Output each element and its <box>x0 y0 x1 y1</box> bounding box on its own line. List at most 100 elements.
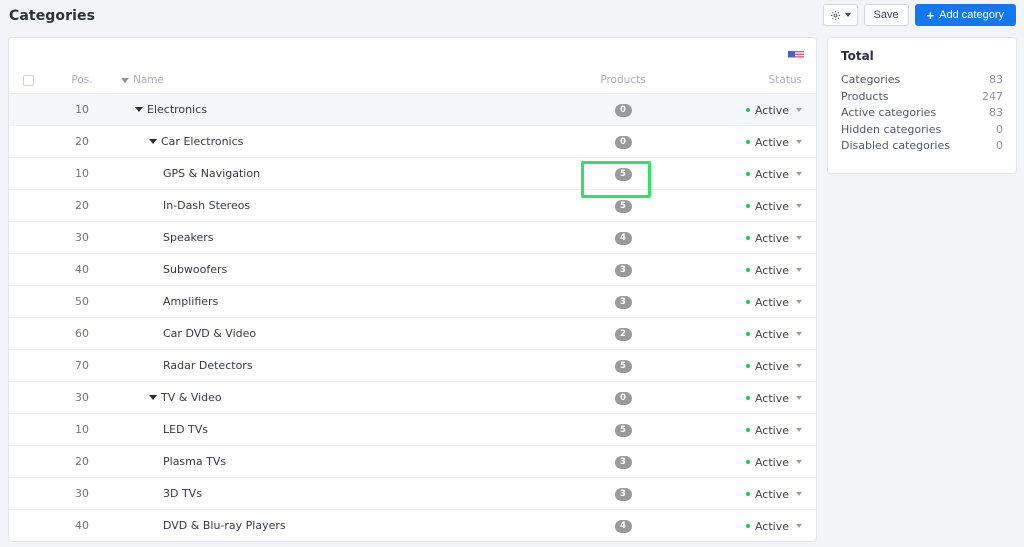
status-dropdown[interactable]: Active <box>745 104 802 117</box>
chevron-down-icon[interactable] <box>796 172 802 177</box>
chevron-down-icon[interactable] <box>796 268 802 273</box>
row-status-cell[interactable]: Active <box>708 509 816 541</box>
table-row[interactable]: 20 Plasma TVs 3 Active <box>9 445 816 478</box>
status-dropdown[interactable]: Active <box>745 424 802 437</box>
status-dropdown[interactable]: Active <box>745 456 802 469</box>
row-name-cell[interactable]: DVD & Blu-ray Players <box>121 509 538 541</box>
row-select-cell[interactable] <box>9 253 43 286</box>
row-name-cell[interactable]: Speakers <box>121 221 538 254</box>
row-name-cell[interactable]: Car Electronics <box>121 125 538 158</box>
row-select-cell[interactable] <box>9 189 43 222</box>
status-dropdown[interactable]: Active <box>745 264 802 277</box>
row-products-cell[interactable]: 5 <box>538 157 708 190</box>
row-select-cell[interactable] <box>9 349 43 382</box>
chevron-down-icon[interactable] <box>796 396 802 401</box>
products-badge[interactable]: 0 <box>614 103 632 117</box>
products-badge[interactable]: 3 <box>614 455 632 469</box>
products-badge[interactable]: 0 <box>614 135 632 149</box>
add-category-button[interactable]: + Add category <box>914 4 1016 26</box>
row-products-cell[interactable]: 3 <box>538 253 708 286</box>
row-select-cell[interactable] <box>9 125 43 158</box>
products-badge[interactable]: 3 <box>614 263 632 277</box>
table-row[interactable]: 10 LED TVs 5 Active <box>9 413 816 446</box>
settings-button[interactable] <box>822 4 858 26</box>
chevron-down-icon[interactable] <box>796 428 802 433</box>
products-badge[interactable]: 2 <box>614 327 632 341</box>
table-row[interactable]: 50 Amplifiers 3 Active <box>9 285 816 318</box>
table-row[interactable]: 30 Speakers 4 Active <box>9 221 816 254</box>
chevron-down-icon[interactable] <box>796 460 802 465</box>
chevron-down-icon[interactable] <box>796 108 802 113</box>
table-row[interactable]: 30 TV & Video 0 Active <box>9 381 816 414</box>
tree-collapse-icon[interactable] <box>149 139 157 144</box>
save-button[interactable]: Save <box>863 4 909 26</box>
row-status-cell[interactable]: Active <box>708 349 816 382</box>
status-dropdown[interactable]: Active <box>745 360 802 373</box>
status-dropdown[interactable]: Active <box>745 520 802 533</box>
chevron-down-icon[interactable] <box>796 364 802 369</box>
row-name-cell[interactable]: TV & Video <box>121 381 538 414</box>
row-products-cell[interactable]: 5 <box>538 413 708 446</box>
row-name-cell[interactable]: Car DVD & Video <box>121 317 538 350</box>
row-products-cell[interactable]: 0 <box>538 125 708 158</box>
table-row[interactable]: 60 Car DVD & Video 2 Active <box>9 317 816 350</box>
row-status-cell[interactable]: Active <box>708 477 816 510</box>
row-status-cell[interactable]: Active <box>708 189 816 222</box>
row-status-cell[interactable]: Active <box>708 221 816 254</box>
row-select-cell[interactable] <box>9 221 43 254</box>
row-name-cell[interactable]: Subwoofers <box>121 253 538 286</box>
row-name-cell[interactable]: LED TVs <box>121 413 538 446</box>
row-status-cell[interactable]: Active <box>708 445 816 478</box>
products-badge[interactable]: 4 <box>614 231 632 245</box>
chevron-down-icon[interactable] <box>796 492 802 497</box>
row-name-cell[interactable]: GPS & Navigation <box>121 157 538 190</box>
row-products-cell[interactable]: 4 <box>538 221 708 254</box>
table-row[interactable]: 20 In-Dash Stereos 5 Active <box>9 189 816 222</box>
products-badge[interactable]: 5 <box>614 167 632 181</box>
row-select-cell[interactable] <box>9 413 43 446</box>
row-name-cell[interactable]: In-Dash Stereos <box>121 189 538 222</box>
table-row[interactable]: 10 Electronics 0 Active <box>9 93 816 126</box>
row-name-cell[interactable]: 3D TVs <box>121 477 538 510</box>
row-select-cell[interactable] <box>9 445 43 478</box>
select-all-checkbox[interactable] <box>23 74 34 86</box>
chevron-down-icon[interactable] <box>796 140 802 145</box>
row-name-cell[interactable]: Electronics <box>121 93 538 126</box>
row-select-cell[interactable] <box>9 509 43 541</box>
row-status-cell[interactable]: Active <box>708 381 816 414</box>
chevron-down-icon[interactable] <box>796 236 802 241</box>
row-name-cell[interactable]: Plasma TVs <box>121 445 538 478</box>
status-dropdown[interactable]: Active <box>745 168 802 181</box>
status-dropdown[interactable]: Active <box>745 136 802 149</box>
row-select-cell[interactable] <box>9 477 43 510</box>
col-status[interactable]: Status <box>708 74 816 94</box>
row-select-cell[interactable] <box>9 157 43 190</box>
chevron-down-icon[interactable] <box>796 300 802 305</box>
row-products-cell[interactable]: 0 <box>538 93 708 126</box>
col-name-label[interactable]: Name <box>133 74 164 86</box>
row-products-cell[interactable]: 3 <box>538 477 708 510</box>
row-select-cell[interactable] <box>9 93 43 126</box>
status-dropdown[interactable]: Active <box>745 232 802 245</box>
row-status-cell[interactable]: Active <box>708 125 816 158</box>
status-dropdown[interactable]: Active <box>745 296 802 309</box>
table-row[interactable]: 70 Radar Detectors 5 Active <box>9 349 816 382</box>
row-select-cell[interactable] <box>9 381 43 414</box>
row-products-cell[interactable]: 4 <box>538 509 708 541</box>
chevron-down-icon[interactable] <box>796 204 802 209</box>
chevron-down-icon[interactable] <box>796 524 802 529</box>
us-flag-icon[interactable] <box>788 47 804 58</box>
products-badge[interactable]: 4 <box>614 519 632 533</box>
status-dropdown[interactable]: Active <box>745 200 802 213</box>
row-select-cell[interactable] <box>9 285 43 318</box>
products-badge[interactable]: 3 <box>614 487 632 501</box>
status-dropdown[interactable]: Active <box>745 392 802 405</box>
row-status-cell[interactable]: Active <box>708 157 816 190</box>
row-name-cell[interactable]: Amplifiers <box>121 285 538 318</box>
row-status-cell[interactable]: Active <box>708 253 816 286</box>
row-products-cell[interactable]: 3 <box>538 445 708 478</box>
table-row[interactable]: 30 3D TVs 3 Active <box>9 477 816 510</box>
row-products-cell[interactable]: 5 <box>538 349 708 382</box>
row-products-cell[interactable]: 2 <box>538 317 708 350</box>
row-status-cell[interactable]: Active <box>708 285 816 318</box>
